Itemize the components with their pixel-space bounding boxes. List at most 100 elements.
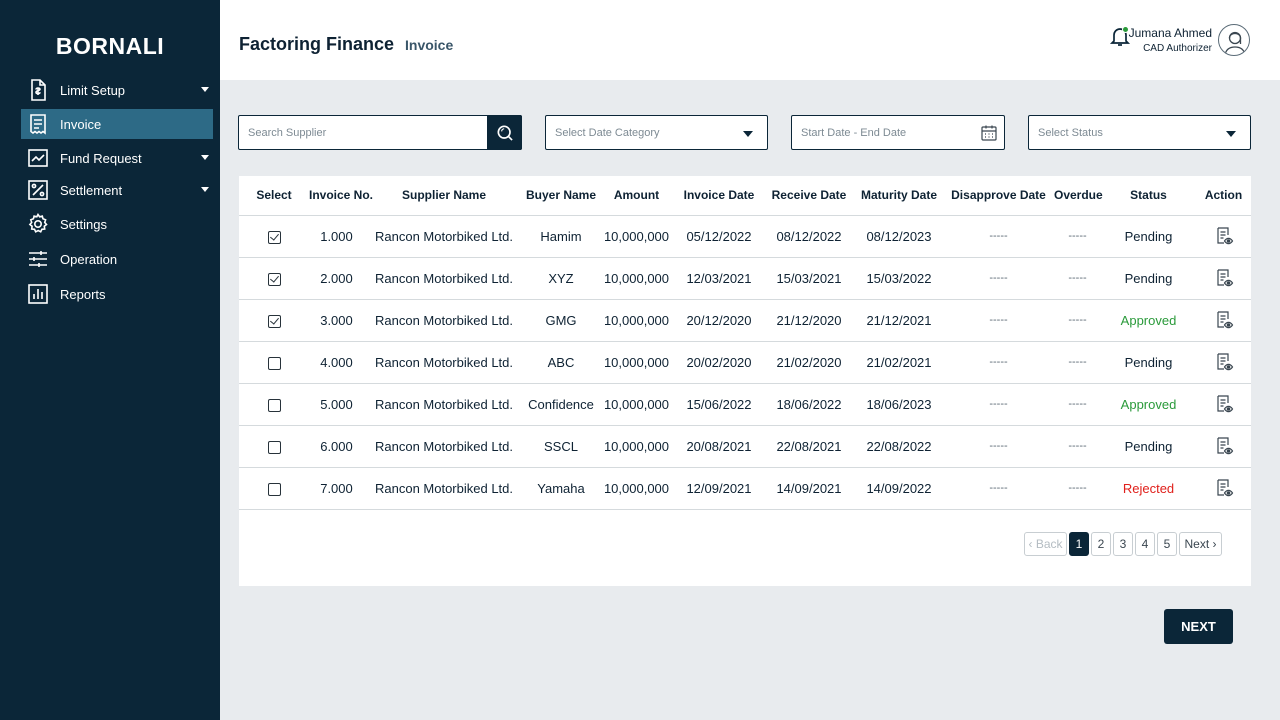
amount-cell: 10,000,000 [598,467,675,510]
view-document-icon[interactable] [1214,352,1234,372]
search-icon [497,124,513,141]
search-button[interactable] [487,115,522,150]
status-badge: Approved [1101,383,1196,426]
table-row: 3.000 Rancon Motorbiked Ltd. GMG 10,000,000… [239,299,1251,342]
maturity-date-cell: 22/08/2022 [855,425,943,468]
action-cell [1196,215,1251,258]
invoice-date-cell: 20/08/2021 [675,425,763,468]
caret-down-icon [201,187,209,192]
status-placeholder: Select Status [1038,126,1103,139]
supplier-name-cell: Rancon Motorbiked Ltd. [364,383,524,426]
amount-cell: 10,000,000 [598,215,675,258]
disapprove-date-cell: ----- [943,425,1054,468]
sidebar-item-label: Limit Setup [60,82,126,98]
view-document-icon[interactable] [1214,226,1234,246]
trend-chart-icon [25,145,51,171]
disapprove-date-cell: ----- [943,341,1054,384]
table-header-row: Select Invoice No. Supplier Name Buyer N… [239,176,1251,216]
sidebar-item-settlement[interactable]: Settlement [21,175,213,205]
overdue-cell: ----- [1054,215,1101,258]
sidebar-item-settings[interactable]: Settings [21,209,213,239]
supplier-name-cell: Rancon Motorbiked Ltd. [364,257,524,300]
invoice-no-cell: 5.000 [309,383,364,426]
column-header: Action [1196,176,1251,216]
amount-cell: 10,000,000 [598,383,675,426]
maturity-date-cell: 18/06/2023 [855,383,943,426]
status-select[interactable]: Select Status [1028,115,1251,150]
row-checkbox[interactable] [267,482,281,496]
calendar-icon[interactable] [980,124,998,142]
date-range-picker[interactable]: Start Date - End Date [791,115,1005,150]
select-cell [239,257,309,300]
maturity-date-cell: 21/02/2021 [855,341,943,384]
row-checkbox[interactable] [267,440,281,454]
row-checkbox[interactable] [267,398,281,412]
column-header: Invoice Date [675,176,763,216]
sliders-icon [25,246,51,272]
sidebar-item-label: Settings [60,216,107,232]
view-document-icon[interactable] [1214,268,1234,288]
sidebar-item-operation[interactable]: Operation [21,244,213,274]
overdue-cell: ----- [1054,467,1101,510]
column-header: Buyer Name [524,176,598,216]
table-row: 4.000 Rancon Motorbiked Ltd. ABC 10,000,000… [239,341,1251,384]
disapprove-date-cell: ----- [943,467,1054,510]
amount-cell: 10,000,000 [598,257,675,300]
row-checkbox[interactable] [267,230,281,244]
percent-icon [25,177,51,203]
page-2-button[interactable]: 2 [1091,532,1111,556]
document-icon [25,77,51,103]
view-document-icon[interactable] [1214,394,1234,414]
overdue-cell: ----- [1054,383,1101,426]
chevron-down-icon [743,131,753,137]
invoice-no-cell: 3.000 [309,299,364,342]
invoice-table: Select Invoice No. Supplier Name Buyer N… [239,176,1251,510]
invoice-no-cell: 7.000 [309,467,364,510]
view-document-icon[interactable] [1214,310,1234,330]
overdue-cell: ----- [1054,299,1101,342]
avatar[interactable] [1218,24,1250,56]
caret-down-icon [201,87,209,92]
column-header: Disapprove Date [943,176,1054,216]
action-cell [1196,341,1251,384]
view-document-icon[interactable] [1214,478,1234,498]
date-category-select[interactable]: Select Date Category [545,115,768,150]
view-document-icon[interactable] [1214,436,1234,456]
breadcrumb: Invoice [405,37,454,53]
select-cell [239,383,309,426]
pagination-next[interactable]: Next › [1179,532,1222,556]
sidebar-item-reports[interactable]: Reports [21,279,213,309]
page-1-button[interactable]: 1 [1069,532,1089,556]
sidebar-item-label: Fund Request [60,150,142,166]
maturity-date-cell: 21/12/2021 [855,299,943,342]
table-row: 7.000 Rancon Motorbiked Ltd. Yamaha 10,000,… [239,467,1251,510]
page-5-button[interactable]: 5 [1157,532,1177,556]
sidebar-item-fund-request[interactable]: Fund Request [21,143,213,173]
invoice-date-cell: 12/09/2021 [675,467,763,510]
sidebar-item-label: Operation [60,251,118,267]
date-range-placeholder: Start Date - End Date [801,126,907,139]
pagination-back[interactable]: ‹ Back [1024,532,1067,556]
search-supplier-field[interactable]: Search Supplier [238,115,522,150]
sidebar-item-invoice[interactable]: Invoice [21,109,213,139]
page-3-button[interactable]: 3 [1113,532,1133,556]
date-category-placeholder: Select Date Category [555,126,660,139]
invoice-no-cell: 6.000 [309,425,364,468]
row-checkbox[interactable] [267,314,281,328]
action-cell [1196,257,1251,300]
search-input[interactable]: Search Supplier [248,127,326,139]
chevron-down-icon [1226,131,1236,137]
caret-down-icon [201,155,209,160]
brand-logo: BORNALI [55,33,165,59]
receive-date-cell: 21/02/2020 [763,341,855,384]
gear-icon [25,211,51,237]
app-title: Factoring Finance [239,34,395,54]
page-4-button[interactable]: 4 [1135,532,1155,556]
sidebar-item-limit-setup[interactable]: Limit Setup [21,75,213,105]
amount-cell: 10,000,000 [598,299,675,342]
receive-date-cell: 08/12/2022 [763,215,855,258]
row-checkbox[interactable] [267,356,281,370]
disapprove-date-cell: ----- [943,215,1054,258]
row-checkbox[interactable] [267,272,281,286]
next-button[interactable]: NEXT [1164,609,1233,644]
